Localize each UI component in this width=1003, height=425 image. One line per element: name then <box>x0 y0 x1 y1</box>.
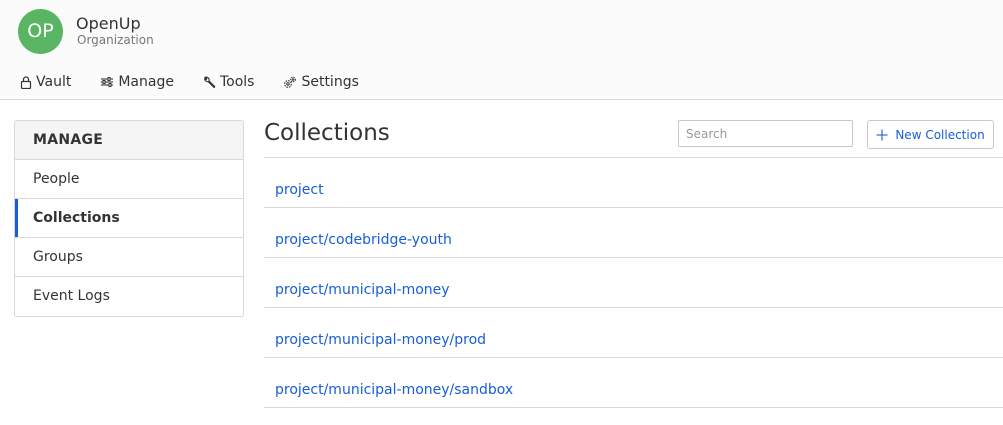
new-collection-button[interactable]: New Collection <box>867 120 994 149</box>
org-nav: Vault Manage Tools Settings <box>20 72 388 92</box>
page-title: Collections <box>264 120 390 146</box>
manage-sidebar: MANAGE People Collections Groups Event L… <box>14 120 244 317</box>
list-item: project/municipal-money <box>264 258 1003 308</box>
org-avatar: OP <box>18 9 63 54</box>
gears-icon <box>284 76 297 88</box>
nav-tools[interactable]: Tools <box>203 72 255 92</box>
collection-link[interactable]: project <box>275 182 324 198</box>
org-header: OP OpenUp Organization Vault Manage Tool… <box>0 0 1003 100</box>
list-item: project/municipal-money/sandbox <box>264 358 1003 408</box>
wrench-icon <box>204 76 216 88</box>
collection-link[interactable]: project/municipal-money <box>275 282 450 298</box>
sidebar-item-groups[interactable]: Groups <box>15 238 243 277</box>
org-type-label: Organization <box>77 33 154 47</box>
nav-vault-label: Vault <box>36 74 72 90</box>
lock-icon <box>20 75 32 89</box>
nav-manage[interactable]: Manage <box>100 72 174 92</box>
nav-settings[interactable]: Settings <box>283 72 359 92</box>
sidebar-heading: MANAGE <box>15 121 243 160</box>
nav-manage-label: Manage <box>118 74 174 90</box>
new-collection-label: New Collection <box>895 127 985 142</box>
sliders-icon <box>101 77 114 87</box>
nav-tools-label: Tools <box>219 74 255 90</box>
nav-vault[interactable]: Vault <box>20 72 71 92</box>
plus-icon <box>876 129 888 140</box>
org-name: OpenUp <box>76 14 141 33</box>
collection-link[interactable]: project/municipal-money/sandbox <box>275 382 513 398</box>
nav-settings-label: Settings <box>301 74 359 90</box>
search-input[interactable] <box>678 120 853 147</box>
list-item: project <box>264 158 1003 208</box>
collections-list: project project/codebridge-youth project… <box>264 158 1003 408</box>
sidebar-item-event-logs[interactable]: Event Logs <box>15 277 243 316</box>
sidebar-item-people[interactable]: People <box>15 160 243 199</box>
collection-link[interactable]: project/codebridge-youth <box>275 232 452 248</box>
list-item: project/codebridge-youth <box>264 208 1003 258</box>
sidebar-item-collections[interactable]: Collections <box>15 199 243 238</box>
list-item: project/municipal-money/prod <box>264 308 1003 358</box>
collection-link[interactable]: project/municipal-money/prod <box>275 332 486 348</box>
